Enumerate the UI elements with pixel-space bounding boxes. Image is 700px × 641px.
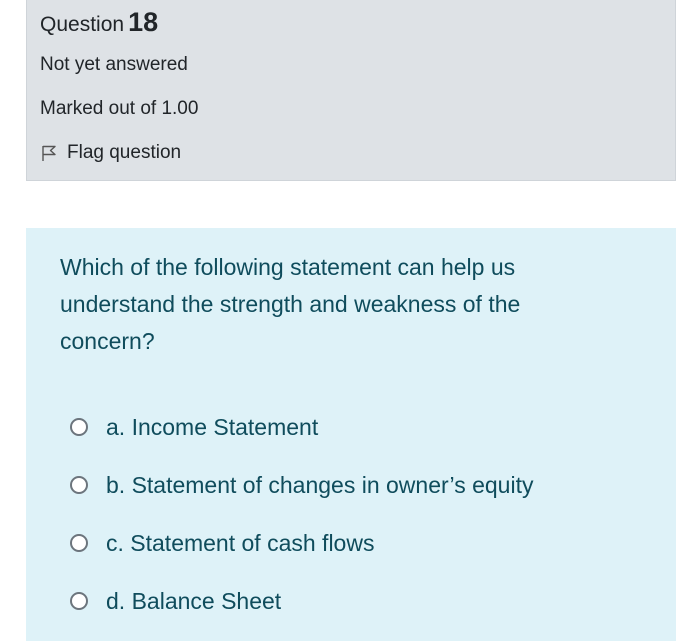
answer-option-d[interactable]: d. Balance Sheet: [70, 572, 650, 630]
answer-label-b: b. Statement of changes in owner’s equit…: [106, 471, 534, 498]
radio-button-d[interactable]: [70, 592, 88, 610]
question-state: Not yet answered: [40, 54, 188, 75]
answer-label-c: c. Statement of cash flows: [106, 529, 375, 556]
question-grade: Marked out of 1.00: [40, 98, 199, 119]
question-info-panel: Question 18 Not yet answered Marked out o…: [26, 0, 676, 181]
flag-question-link[interactable]: Flag question: [40, 141, 181, 165]
flag-icon: [40, 144, 58, 162]
radio-button-a[interactable]: [70, 418, 88, 436]
question-label: Question: [40, 13, 125, 36]
answer-label-a: a. Income Statement: [106, 413, 319, 440]
radio-button-c[interactable]: [70, 534, 88, 552]
question-content: Which of the following statement can hel…: [26, 228, 676, 641]
answer-option-c[interactable]: c. Statement of cash flows: [70, 514, 650, 572]
question-text: Which of the following statement can hel…: [60, 254, 521, 354]
quiz-page: Question 18 Not yet answered Marked out o…: [0, 0, 700, 641]
answer-option-a[interactable]: a. Income Statement: [70, 398, 650, 456]
question-title: Question 18: [40, 7, 158, 40]
answer-list: a. Income Statement b. Statement of chan…: [70, 398, 650, 630]
radio-button-b[interactable]: [70, 476, 88, 494]
question-number: 18: [128, 7, 159, 37]
flag-question-label: Flag question: [67, 142, 182, 163]
answer-option-b[interactable]: b. Statement of changes in owner’s equit…: [70, 456, 650, 514]
answer-label-d: d. Balance Sheet: [106, 587, 282, 614]
